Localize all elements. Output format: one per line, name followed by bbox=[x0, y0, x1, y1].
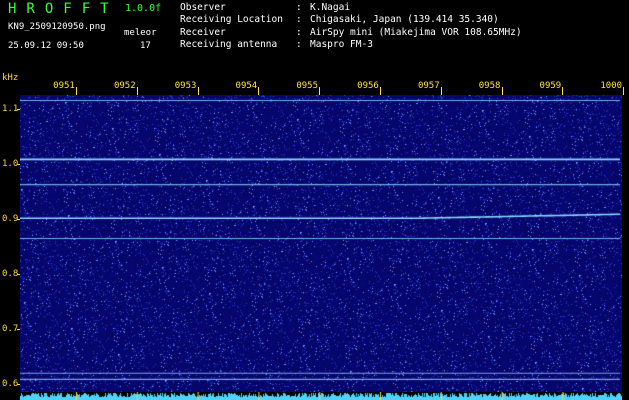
x-tick-mark bbox=[380, 87, 381, 95]
x-tick-label: 0951 bbox=[53, 81, 75, 91]
x-tick-label: 1000 bbox=[600, 81, 623, 91]
x-tick-mark bbox=[258, 87, 260, 95]
waterfall-spectrogram bbox=[20, 95, 622, 392]
x-tick-label: 0957 bbox=[417, 81, 440, 91]
x-tick-mark bbox=[197, 87, 199, 95]
x-tick-mark bbox=[76, 87, 77, 95]
x-tick-mark bbox=[501, 87, 503, 95]
y-tick-label: 0.8 bbox=[2, 268, 19, 279]
x-tick-label: 0959 bbox=[539, 81, 562, 91]
x-tick-mark bbox=[562, 87, 564, 95]
x-tick-label: 0954 bbox=[235, 81, 258, 91]
x-tick-mark bbox=[440, 87, 442, 95]
x-tick-label: 0955 bbox=[296, 81, 319, 91]
x-axis-ticks: 0951 0952 0953 0954 0955 0956 0957 0958 0959 1000 bbox=[0, 0, 629, 100]
x-tick-mark bbox=[623, 87, 625, 95]
x-tick-label: 0952 bbox=[113, 81, 136, 91]
y-tick-label: 1.1 bbox=[2, 103, 19, 114]
x-tick-mark bbox=[319, 87, 321, 95]
y-tick-label: 0.6 bbox=[2, 378, 19, 389]
signal-level-bar bbox=[20, 392, 622, 400]
x-tick-label: 0958 bbox=[478, 81, 501, 91]
waterfall-canvas bbox=[20, 95, 622, 392]
y-tick-label: 1.0 bbox=[2, 158, 19, 169]
x-tick-label: 0956 bbox=[357, 81, 379, 91]
x-tick-mark bbox=[136, 87, 138, 95]
x-tick-label: 0953 bbox=[174, 81, 197, 91]
y-tick-label: 0.9 bbox=[2, 213, 19, 224]
y-tick-label: 0.7 bbox=[2, 323, 19, 334]
